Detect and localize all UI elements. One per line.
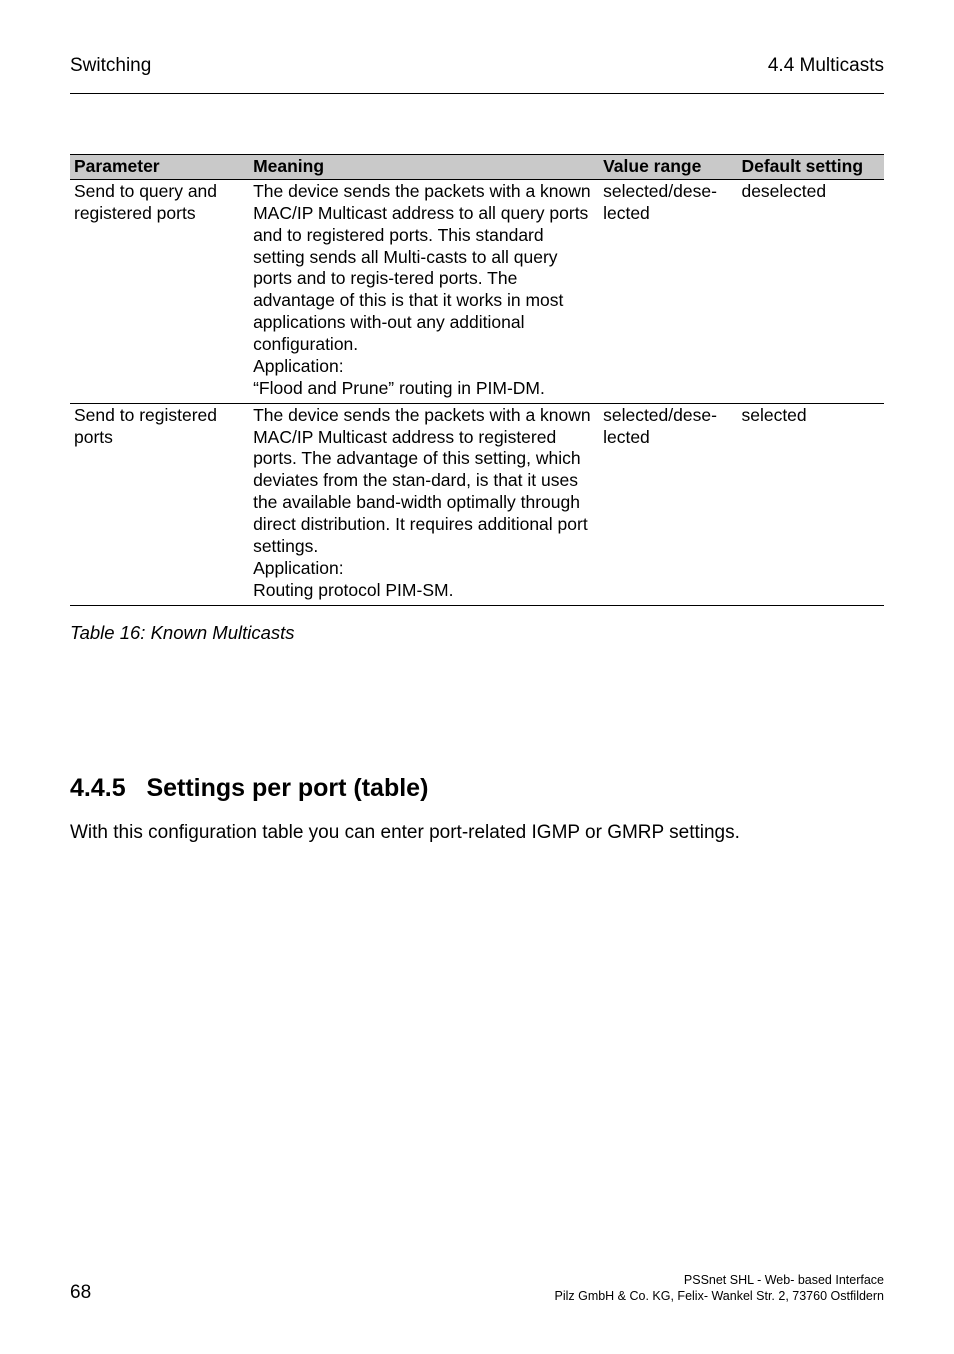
- main-content: Parameter Meaning Value range Default se…: [70, 94, 884, 845]
- cell-range: selected/dese-lected: [599, 403, 737, 605]
- section-heading: 4.4.5 Settings per port (table): [70, 774, 884, 803]
- page-footer: 68 PSSnet SHL - Web- based Interface Pil…: [70, 1272, 884, 1305]
- cell-parameter: Send to registered ports: [70, 403, 249, 605]
- col-header-meaning: Meaning: [249, 155, 599, 180]
- footer-line2: Pilz GmbH & Co. KG, Felix- Wankel Str. 2…: [554, 1288, 884, 1304]
- page-number: 68: [70, 1282, 91, 1304]
- section-title: Settings per port (table): [146, 774, 428, 802]
- col-header-default: Default setting: [737, 155, 884, 180]
- cell-default: selected: [737, 403, 884, 605]
- cell-default: deselected: [737, 179, 884, 403]
- section-body: With this configuration table you can en…: [70, 821, 884, 845]
- cell-range: selected/dese-lected: [599, 179, 737, 403]
- table-caption: Table 16: Known Multicasts: [70, 622, 884, 644]
- table-header-row: Parameter Meaning Value range Default se…: [70, 155, 884, 180]
- cell-meaning: The device sends the packets with a know…: [249, 179, 599, 403]
- header-right: 4.4 Multicasts: [768, 55, 884, 77]
- table-row: Send to query and registered ports The d…: [70, 179, 884, 403]
- cell-meaning: The device sends the packets with a know…: [249, 403, 599, 605]
- footer-line1: PSSnet SHL - Web- based Interface: [554, 1272, 884, 1288]
- table-row: Send to registered ports The device send…: [70, 403, 884, 605]
- footer-text: PSSnet SHL - Web- based Interface Pilz G…: [554, 1272, 884, 1305]
- parameters-table: Parameter Meaning Value range Default se…: [70, 154, 884, 606]
- section-number: 4.4.5: [70, 774, 126, 802]
- col-header-parameter: Parameter: [70, 155, 249, 180]
- col-header-range: Value range: [599, 155, 737, 180]
- page-header: Switching 4.4 Multicasts: [70, 55, 884, 94]
- header-left: Switching: [70, 55, 151, 77]
- cell-parameter: Send to query and registered ports: [70, 179, 249, 403]
